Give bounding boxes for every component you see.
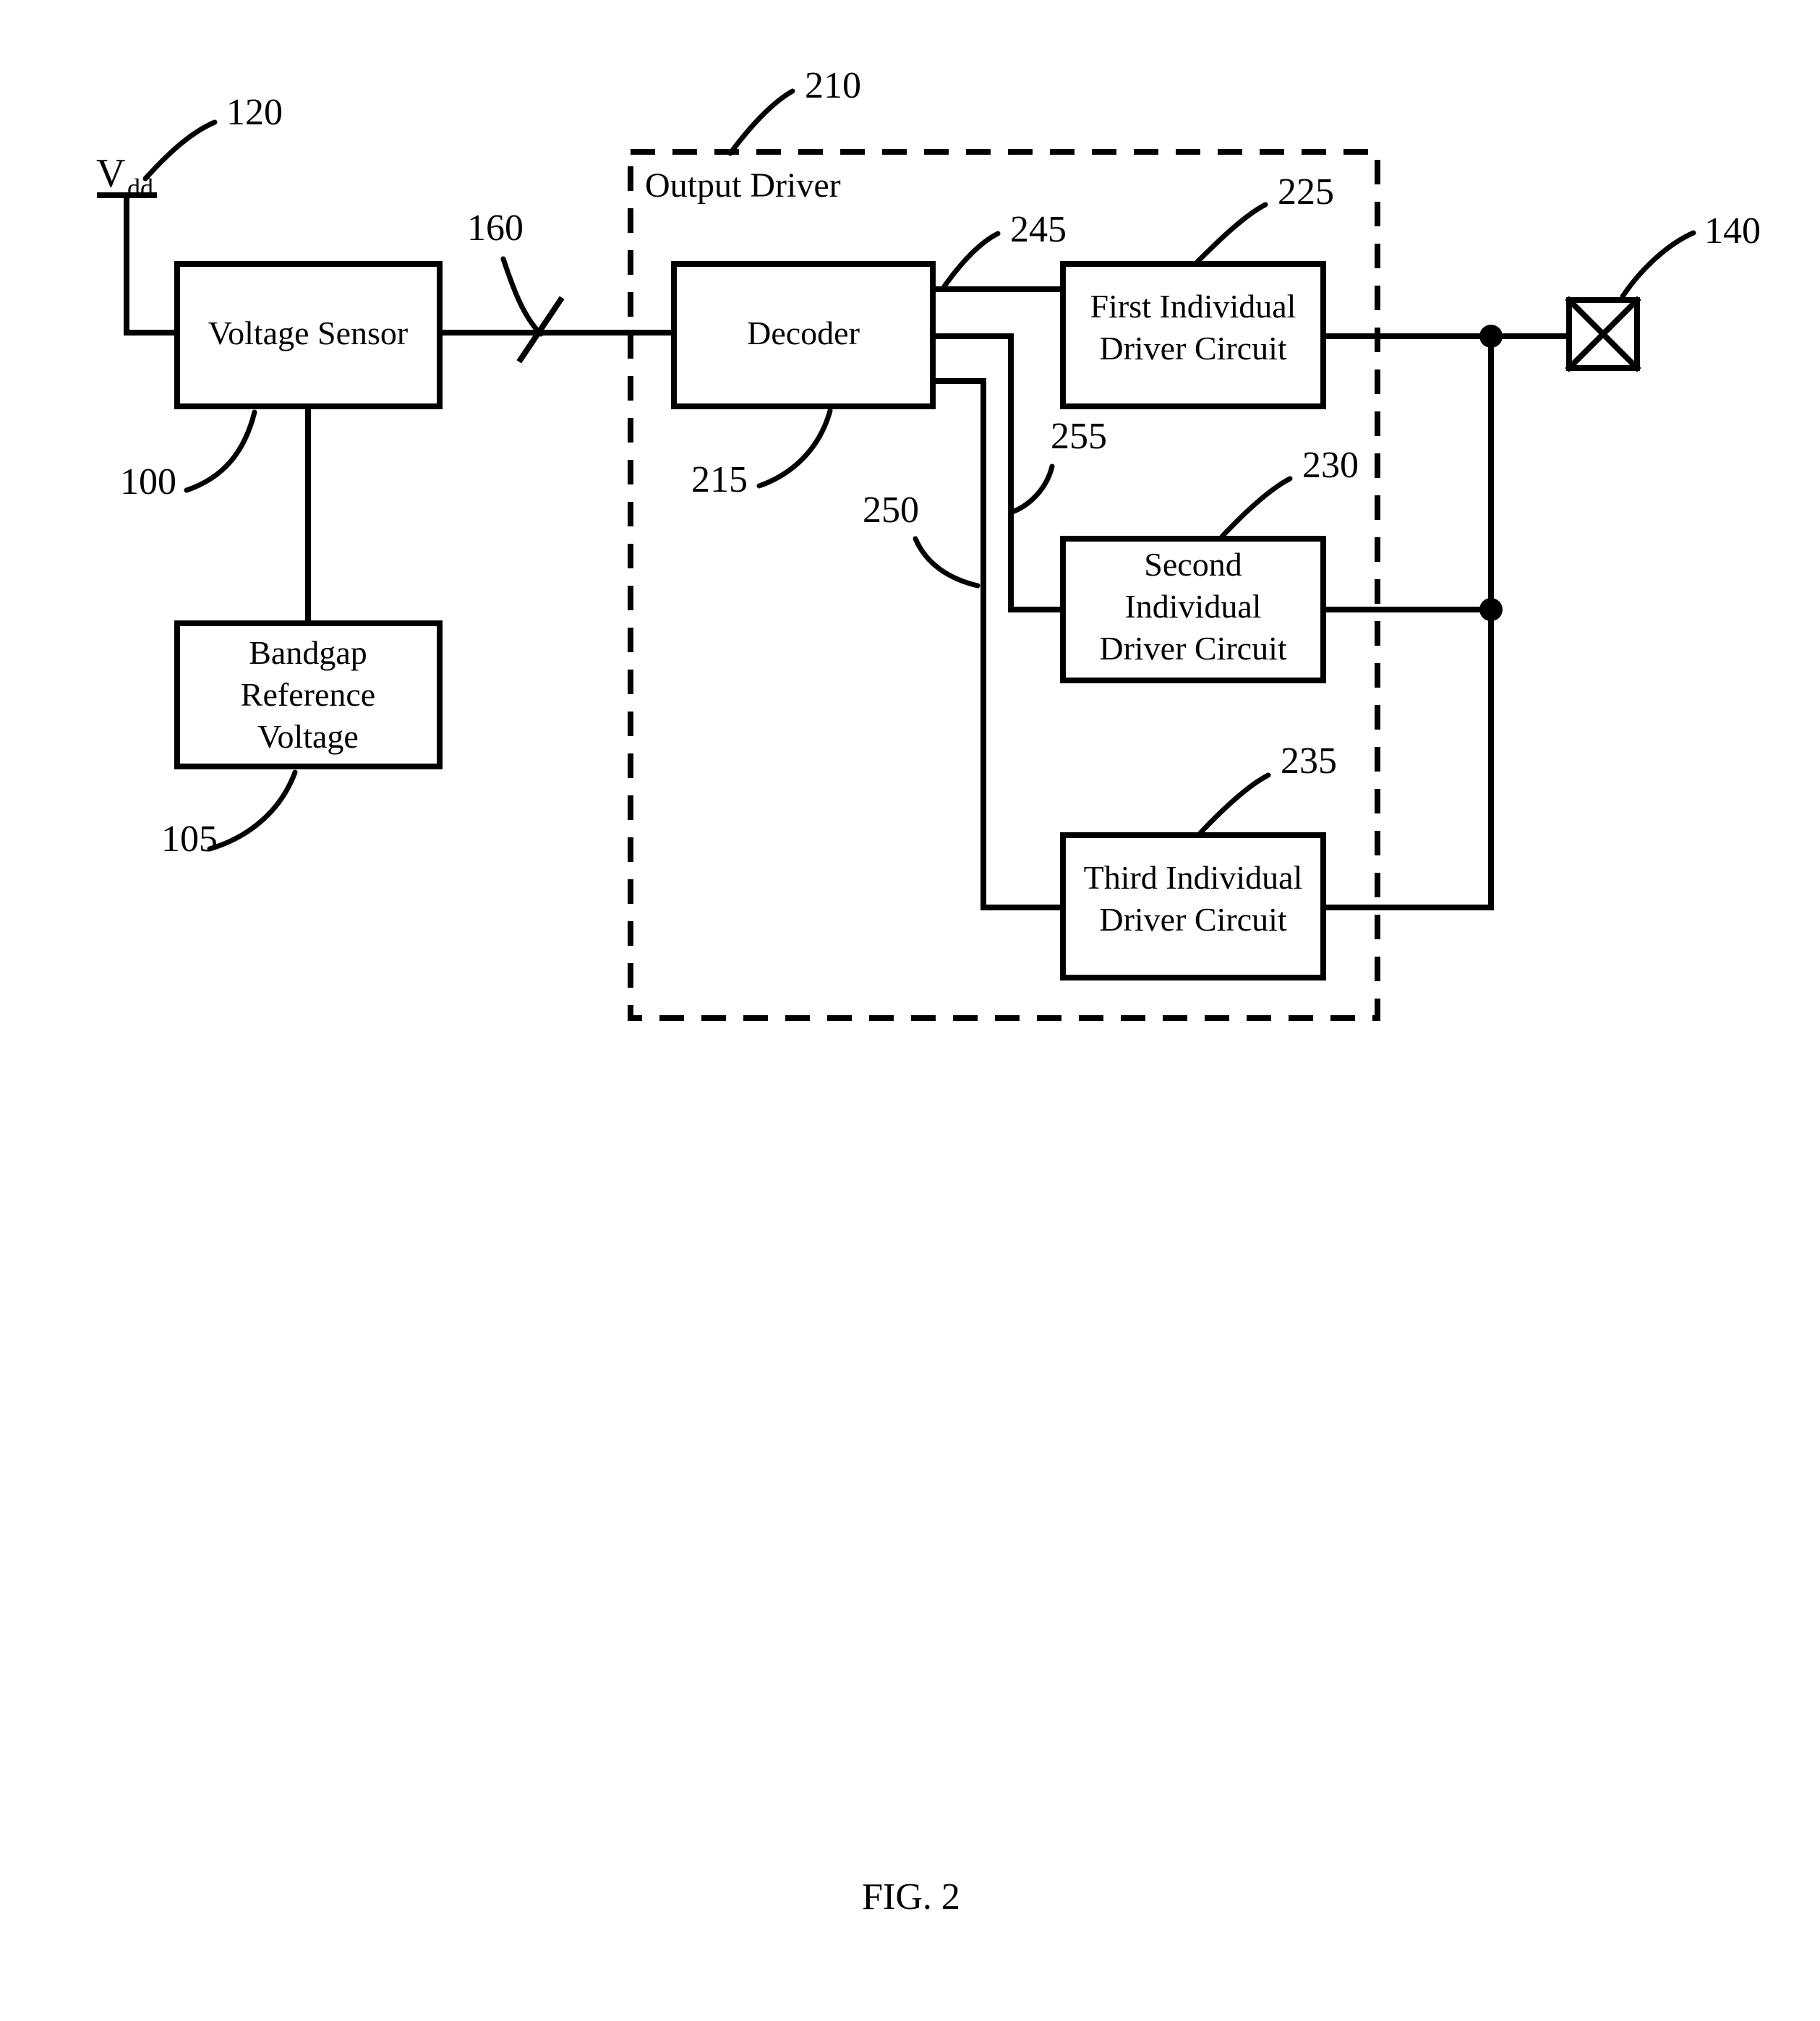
- third-driver-block: Third Individual Driver Circuit: [1060, 832, 1326, 980]
- second-driver-label-line1: Second: [1144, 546, 1242, 583]
- supply-symbol-group: [97, 192, 180, 336]
- wire-255: [930, 333, 1066, 612]
- leader-255: [1009, 463, 1055, 515]
- output-pad-symbol: [1565, 296, 1641, 372]
- output-driver-group-label: Output Driver: [645, 166, 841, 205]
- leader-250: [913, 536, 981, 589]
- leader-120: [142, 119, 218, 181]
- ref-235: 235: [1281, 740, 1337, 782]
- ref-250: 250: [863, 490, 919, 531]
- patent-figure: V dd 120 Voltage Sensor 100 160 Bandgap …: [0, 0, 1820, 2021]
- leader-210: [727, 88, 795, 156]
- supply-label-main: V: [96, 151, 125, 196]
- figure-caption: FIG. 2: [862, 1876, 960, 1918]
- leader-215: [756, 408, 833, 489]
- leader-230: [1219, 476, 1293, 539]
- leader-235: [1197, 772, 1271, 836]
- bandgap-block: Bandgap Reference Voltage: [174, 620, 443, 769]
- leader-225: [1195, 202, 1268, 265]
- leader-160: [500, 256, 544, 337]
- ref-230: 230: [1302, 445, 1359, 486]
- third-driver-label-line2: Driver Circuit: [1099, 901, 1287, 938]
- decoder-label: Decoder: [747, 315, 860, 351]
- second-driver-label-line2: Individual: [1124, 588, 1261, 625]
- voltage-sensor-block: Voltage Sensor: [174, 261, 443, 409]
- second-driver-label-line3: Driver Circuit: [1099, 630, 1287, 667]
- third-driver-label-line1: Third Individual: [1084, 859, 1303, 896]
- first-driver-block: First Individual Driver Circuit: [1060, 261, 1326, 409]
- wire-250: [930, 378, 1066, 910]
- ref-255: 255: [1051, 416, 1107, 457]
- circuit-diagram-svg: V dd 120 Voltage Sensor 100 160 Bandgap …: [96, 65, 1761, 1918]
- ref-120: 120: [226, 92, 283, 133]
- ref-100: 100: [120, 461, 176, 503]
- leader-105: [207, 769, 298, 852]
- bandgap-label-line3: Voltage: [257, 718, 359, 755]
- first-driver-label-line2: Driver Circuit: [1099, 330, 1287, 367]
- ref-245: 245: [1010, 209, 1067, 250]
- bandgap-label-line1: Bandgap: [249, 634, 367, 671]
- ref-105: 105: [161, 819, 218, 860]
- ref-160: 160: [467, 208, 524, 249]
- ref-215: 215: [691, 459, 748, 500]
- bandgap-label-line2: Reference: [241, 676, 375, 713]
- leader-140: [1620, 230, 1696, 299]
- first-driver-label-line1: First Individual: [1090, 288, 1296, 325]
- ref-225: 225: [1278, 171, 1334, 213]
- second-driver-block: Second Individual Driver Circuit: [1060, 536, 1326, 683]
- junction-dot-top: [1479, 325, 1503, 348]
- junction-dot-middle: [1479, 598, 1503, 621]
- voltage-sensor-label: Voltage Sensor: [208, 315, 408, 351]
- ref-140: 140: [1704, 210, 1761, 252]
- leader-245: [941, 231, 1001, 289]
- decoder-block: Decoder: [671, 261, 936, 409]
- ref-210: 210: [805, 65, 861, 106]
- leader-100: [184, 409, 257, 493]
